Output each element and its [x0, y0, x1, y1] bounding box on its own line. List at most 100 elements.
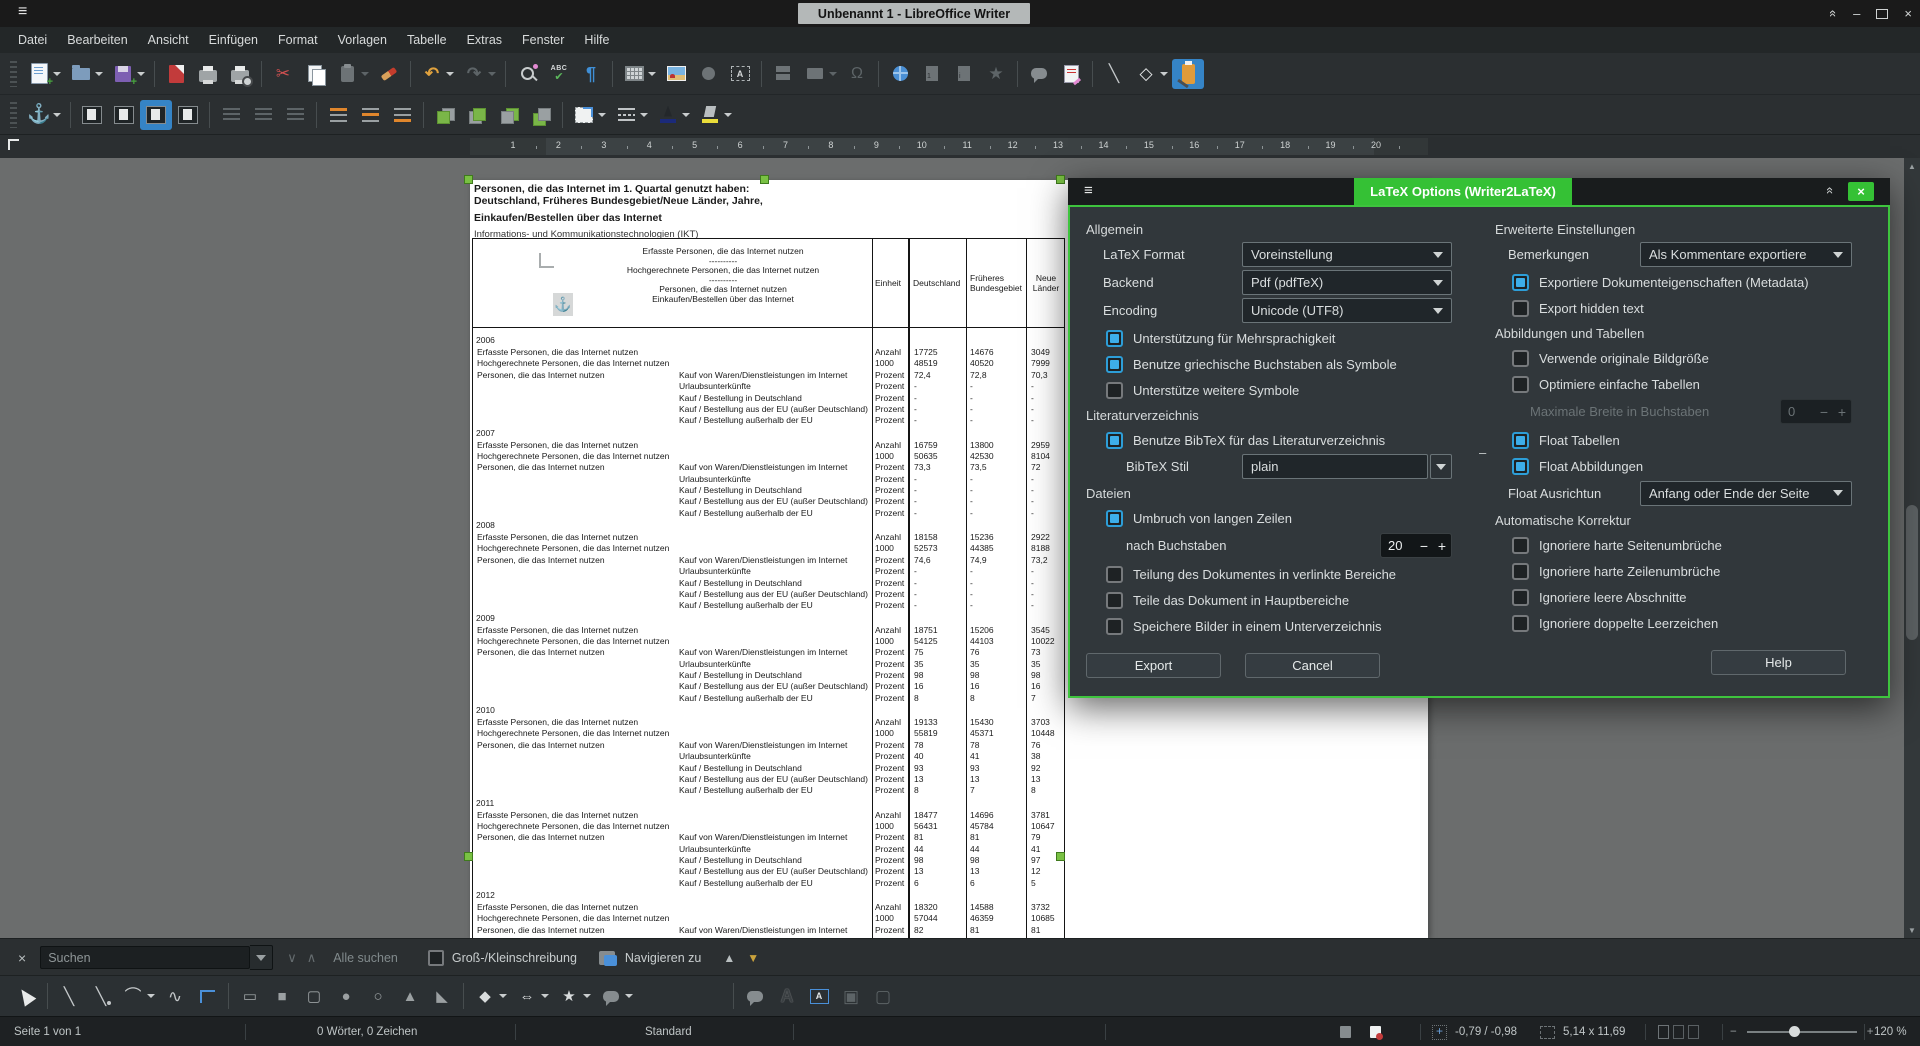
view-layout-buttons[interactable]	[1658, 1017, 1703, 1046]
help-button[interactable]: Help	[1711, 650, 1846, 675]
cancel-button[interactable]: Cancel	[1245, 653, 1380, 678]
insert-line-icon[interactable]: ╲	[53, 981, 85, 1011]
selection-handle[interactable]	[760, 175, 769, 184]
scroll-up-icon[interactable]: ▲	[1904, 158, 1920, 174]
select-tool-icon[interactable]	[10, 981, 42, 1011]
nach-buchstaben-spinbox[interactable]: 20 − +	[1380, 533, 1452, 558]
menu-fenster[interactable]: Fenster	[513, 30, 573, 50]
menu-ansicht[interactable]: Ansicht	[139, 30, 198, 50]
dialog-shade-icon[interactable]: «	[1823, 187, 1838, 194]
checkbox-bibtex[interactable]	[1106, 432, 1123, 449]
checkbox-hauptbereiche[interactable]	[1106, 592, 1123, 609]
object-size[interactable]: 5,14 x 11,69	[1540, 1017, 1625, 1046]
rectangle-icon[interactable]: ▭	[234, 981, 266, 1011]
selection-handle[interactable]	[464, 852, 473, 861]
page-style[interactable]: Standard	[645, 1017, 692, 1046]
line-color-icon[interactable]	[652, 100, 684, 130]
open-file-icon[interactable]	[65, 59, 97, 89]
word-count[interactable]: 0 Wörter, 0 Zeichen	[317, 1017, 417, 1046]
bibtex-stil-dropdown-button[interactable]	[1430, 454, 1452, 479]
document-modified-icon[interactable]	[1370, 1017, 1393, 1046]
menu-format[interactable]: Format	[269, 30, 327, 50]
basic-shapes-icon[interactable]: ◇	[1130, 59, 1162, 89]
basic-shapes-icon[interactable]: ◆	[469, 981, 501, 1011]
toolbar-grip[interactable]	[10, 102, 17, 128]
selection-handle[interactable]	[1056, 852, 1065, 861]
wrap-page-icon[interactable]	[108, 100, 140, 130]
selection-handle[interactable]	[1056, 175, 1065, 184]
checkbox-unterverzeichnis[interactable]	[1106, 618, 1123, 635]
new-document-icon[interactable]: +	[23, 59, 55, 89]
checkbox-mehrsprachigkeit[interactable]	[1106, 330, 1123, 347]
checkbox-originale-bildgroesse[interactable]	[1512, 350, 1529, 367]
export-button[interactable]: Export	[1086, 653, 1221, 678]
track-changes-icon[interactable]	[1055, 59, 1087, 89]
insert-table-icon[interactable]	[618, 59, 650, 89]
encoding-select[interactable]: Unicode (UTF8)	[1242, 298, 1452, 323]
ellipse-icon[interactable]: ○	[362, 981, 394, 1011]
border-style-icon[interactable]	[610, 100, 642, 130]
save-icon[interactable]: +	[107, 59, 139, 89]
clone-formatting-icon[interactable]	[373, 59, 405, 89]
callout-shapes-icon[interactable]	[595, 981, 627, 1011]
hyperlink-icon[interactable]	[884, 59, 916, 89]
checkbox-leere-abschnitte[interactable]	[1512, 589, 1529, 606]
maximize-icon[interactable]	[1876, 9, 1888, 19]
show-draw-functions-icon[interactable]	[1172, 59, 1204, 89]
selection-handle[interactable]	[464, 175, 473, 184]
float-ausrichtung-select[interactable]: Anfang oder Ende der Seite	[1640, 481, 1852, 506]
insert-textbox-icon[interactable]: A	[724, 59, 756, 89]
document-table[interactable]: ⚓ Erfasste Personen, die das Internet nu…	[472, 238, 1065, 938]
scroll-down-icon[interactable]: ▼	[1904, 922, 1920, 938]
wrap-off-icon[interactable]	[76, 100, 108, 130]
wrap-optimal-icon[interactable]	[140, 100, 172, 130]
square-icon[interactable]: ■	[266, 981, 298, 1011]
match-case-checkbox[interactable]	[428, 950, 444, 966]
insert-image-icon[interactable]	[660, 59, 692, 89]
menu-tabelle[interactable]: Tabelle	[398, 30, 456, 50]
menu-bearbeiten[interactable]: Bearbeiten	[58, 30, 136, 50]
zoom-level[interactable]: 120 %	[1874, 1017, 1907, 1046]
curve-icon[interactable]: ⌒	[117, 981, 149, 1011]
spin-increment[interactable]: +	[1433, 538, 1451, 554]
align-middle-icon[interactable]	[354, 100, 386, 130]
polygon-icon[interactable]	[191, 981, 223, 1011]
line-ends-arrow-icon[interactable]: ╲	[85, 981, 117, 1011]
menu-hilfe[interactable]: Hilfe	[575, 30, 618, 50]
fontwork-gallery-icon[interactable]: A	[803, 981, 835, 1011]
cursor-position[interactable]: +-0,79 / -0,98	[1432, 1017, 1517, 1046]
checkbox-float-tabellen[interactable]	[1512, 432, 1529, 449]
checkbox-einfache-tabellen[interactable]	[1512, 376, 1529, 393]
block-arrows-icon[interactable]: ⇔	[511, 981, 543, 1011]
send-to-back-icon[interactable]	[525, 100, 557, 130]
highlight-color-icon[interactable]	[694, 100, 726, 130]
forward-one-icon[interactable]	[461, 100, 493, 130]
backend-select[interactable]: Pdf (pdfTeX)	[1242, 270, 1452, 295]
checkbox-weitere-symbole[interactable]	[1106, 382, 1123, 399]
shade-window-icon[interactable]: «	[1826, 10, 1841, 17]
cut-icon[interactable]: ✂	[267, 59, 299, 89]
find-replace-icon[interactable]	[511, 59, 543, 89]
latex-format-select[interactable]: Voreinstellung	[1242, 242, 1452, 267]
wrap-through-icon[interactable]	[172, 100, 204, 130]
app-menu-icon[interactable]: ≡	[18, 3, 27, 21]
insert-line-icon[interactable]: ╲	[1098, 59, 1130, 89]
bibtex-stil-select[interactable]: plain	[1242, 454, 1428, 479]
menu-einfuegen[interactable]: Einfügen	[200, 30, 267, 50]
dialog-title-bar[interactable]: ≡ LaTeX Options (Writer2LaTeX) « ×	[1068, 178, 1890, 205]
checkbox-metadata[interactable]	[1512, 274, 1529, 291]
align-top-icon[interactable]	[322, 100, 354, 130]
checkbox-umbruch[interactable]	[1106, 510, 1123, 527]
toolbar-grip[interactable]	[10, 61, 17, 87]
dialog-menu-icon[interactable]: ≡	[1084, 182, 1093, 199]
formatted-display-icon[interactable]	[599, 951, 615, 965]
minimize-icon[interactable]: –	[1853, 6, 1860, 21]
horizontal-ruler[interactable]: 1234567891011121314151617181920	[0, 135, 1904, 159]
triangle-icon[interactable]: ▲	[394, 981, 426, 1011]
checkbox-zeilenumbrueche[interactable]	[1512, 563, 1529, 580]
menu-datei[interactable]: Datei	[9, 30, 56, 50]
print-icon[interactable]	[192, 59, 224, 89]
bemerkungen-select[interactable]: Als Kommentare exportiere	[1640, 242, 1852, 267]
bring-to-front-icon[interactable]	[429, 100, 461, 130]
search-history-dropdown[interactable]	[250, 945, 273, 970]
